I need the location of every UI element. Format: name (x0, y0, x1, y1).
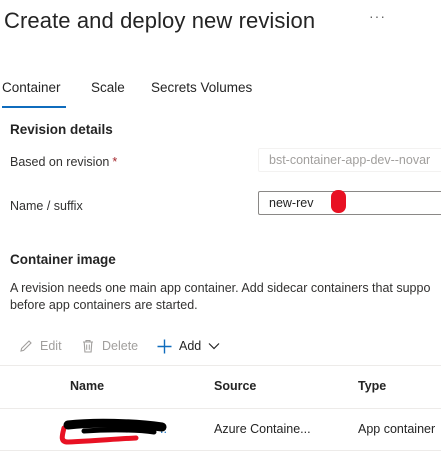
add-label: Add (179, 339, 202, 353)
name-suffix-label: Name / suffix (10, 199, 83, 213)
annotation-mark (331, 190, 346, 213)
description-line-1: A revision needs one main app container.… (10, 281, 431, 295)
based-on-revision-label: Based on revision * (10, 155, 117, 169)
edit-icon (18, 338, 34, 354)
chevron-down-icon (208, 342, 220, 350)
page-title: Create and deploy new revision (4, 8, 316, 33)
tab-container[interactable]: Container (2, 80, 61, 95)
based-on-revision-label-text: Based on revision (10, 155, 110, 169)
redaction-scribble (59, 418, 167, 445)
revision-details-heading: Revision details (10, 122, 113, 137)
active-tab-indicator (2, 106, 66, 108)
container-table-header: Name Source Type (0, 365, 441, 409)
plus-icon (156, 338, 173, 355)
more-options-icon[interactable]: ··· (369, 8, 386, 24)
delete-button[interactable]: Delete (80, 335, 138, 357)
column-header-type[interactable]: Type (358, 379, 386, 393)
create-revision-page: Create and deploy new revision ··· Conta… (0, 0, 441, 465)
tab-scale[interactable]: Scale (91, 80, 125, 95)
add-button[interactable]: Add (156, 335, 220, 357)
container-image-heading: Container image (10, 252, 116, 267)
column-header-source[interactable]: Source (214, 379, 256, 393)
container-toolbar: Edit Delete Add (0, 335, 441, 357)
delete-label: Delete (102, 339, 139, 353)
edit-button[interactable]: Edit (18, 335, 62, 357)
required-asterisk: * (112, 155, 118, 169)
based-on-revision-field: bst-container-app-dev--novar (258, 148, 441, 172)
container-type: App container (358, 422, 436, 436)
edit-label: Edit (40, 339, 62, 353)
name-suffix-input[interactable]: new-rev (258, 191, 441, 215)
container-source: Azure Containe... (214, 422, 311, 436)
tab-secrets-volumes[interactable]: Secrets Volumes (151, 80, 252, 95)
column-header-name[interactable]: Name (70, 379, 104, 393)
description-line-2: before app containers are started. (10, 298, 198, 312)
container-image-description: A revision needs one main app container.… (10, 280, 441, 314)
tab-bar: Container Scale Secrets Volumes (0, 80, 441, 108)
delete-icon (80, 338, 96, 354)
